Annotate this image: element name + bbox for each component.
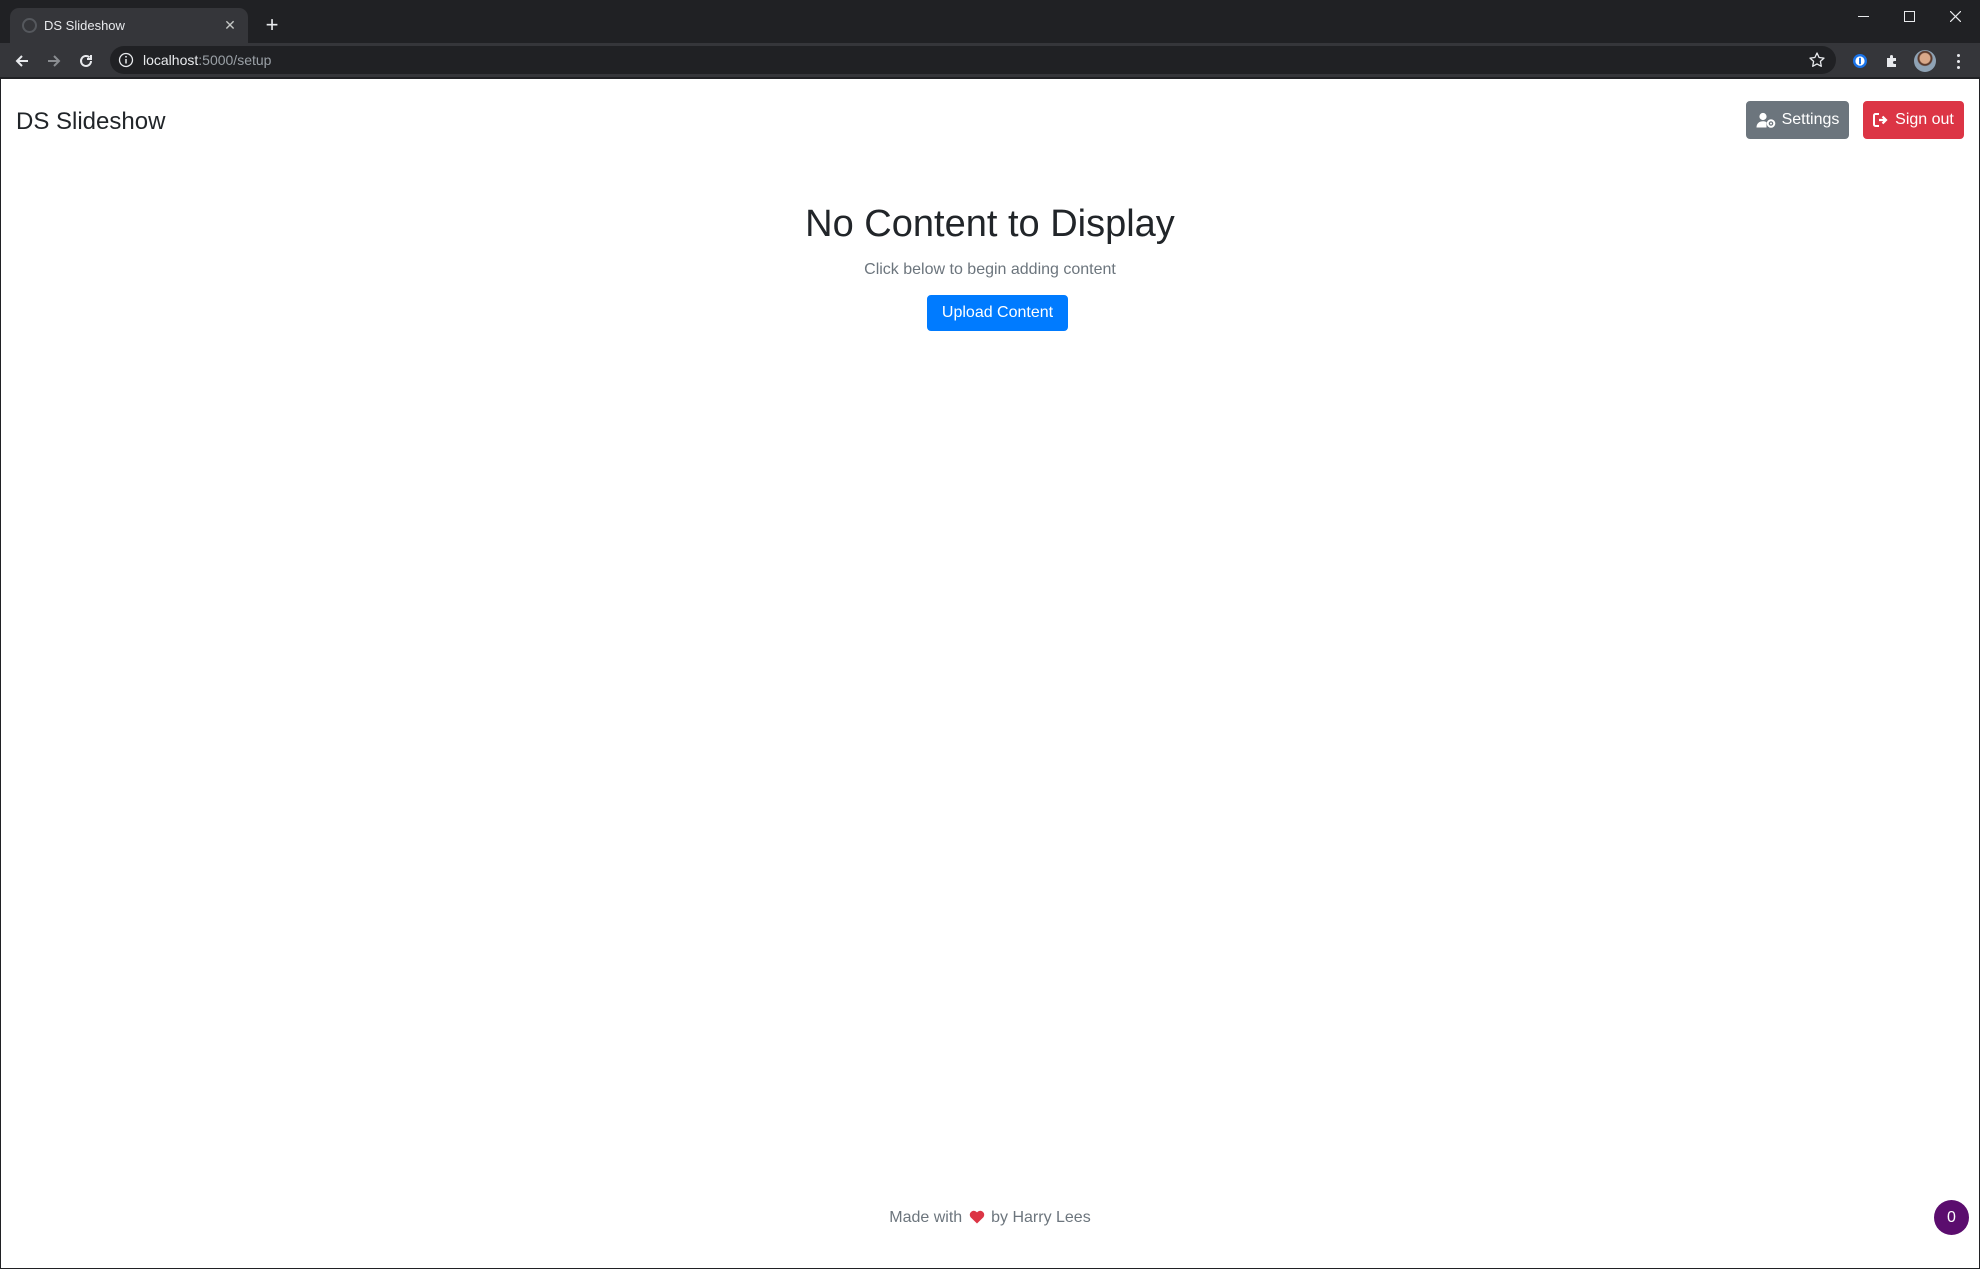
window-minimize-icon[interactable]	[1840, 2, 1886, 30]
url-path: :5000/setup	[198, 52, 272, 68]
extensions-puzzle-icon[interactable]	[1882, 51, 1902, 71]
empty-state-heading: No Content to Display	[805, 203, 1175, 245]
reload-icon[interactable]	[72, 47, 100, 75]
window-maximize-icon[interactable]	[1886, 2, 1932, 30]
url-text: localhost:5000/setup	[143, 52, 271, 68]
site-info-icon[interactable]	[118, 52, 134, 68]
tab-close-icon[interactable]: ✕	[220, 15, 240, 35]
browser-tab[interactable]: DS Slideshow ✕	[10, 8, 248, 43]
page-viewport: DS Slideshow Settings Sign out No Conten…	[1, 79, 1979, 1268]
browser-title-bar: DS Slideshow ✕ +	[0, 0, 1980, 43]
profile-avatar[interactable]	[1914, 50, 1936, 72]
settings-button[interactable]: Settings	[1746, 101, 1849, 139]
footer-credit: Made with by Harry Lees	[1, 1209, 1979, 1229]
sign-out-button[interactable]: Sign out	[1863, 101, 1964, 139]
forward-arrow-icon[interactable]	[40, 47, 68, 75]
notification-badge[interactable]: 0	[1934, 1200, 1969, 1235]
new-tab-icon[interactable]: +	[260, 14, 284, 38]
sign-out-icon	[1873, 113, 1888, 127]
browser-menu-icon[interactable]	[1948, 51, 1968, 71]
back-arrow-icon[interactable]	[8, 47, 36, 75]
bookmark-star-icon[interactable]	[1808, 51, 1826, 69]
window-close-icon[interactable]	[1932, 2, 1978, 30]
password-manager-extension-icon[interactable]	[1850, 51, 1870, 71]
browser-toolbar: localhost:5000/setup	[0, 43, 1980, 78]
settings-button-label: Settings	[1781, 111, 1840, 128]
empty-state-subtext: Click below to begin adding content	[864, 261, 1116, 278]
tab-title: DS Slideshow	[44, 18, 125, 33]
user-gear-icon	[1756, 112, 1775, 128]
footer-suffix: by Harry Lees	[991, 1209, 1091, 1226]
heart-icon	[969, 1210, 985, 1229]
tab-favicon-icon	[22, 18, 37, 33]
upload-content-button[interactable]: Upload Content	[927, 295, 1068, 331]
navbar-brand[interactable]: DS Slideshow	[16, 108, 165, 136]
url-host: localhost	[143, 52, 199, 68]
address-bar[interactable]: localhost:5000/setup	[110, 46, 1836, 74]
footer-prefix: Made with	[889, 1209, 963, 1226]
sign-out-button-label: Sign out	[1895, 111, 1954, 128]
